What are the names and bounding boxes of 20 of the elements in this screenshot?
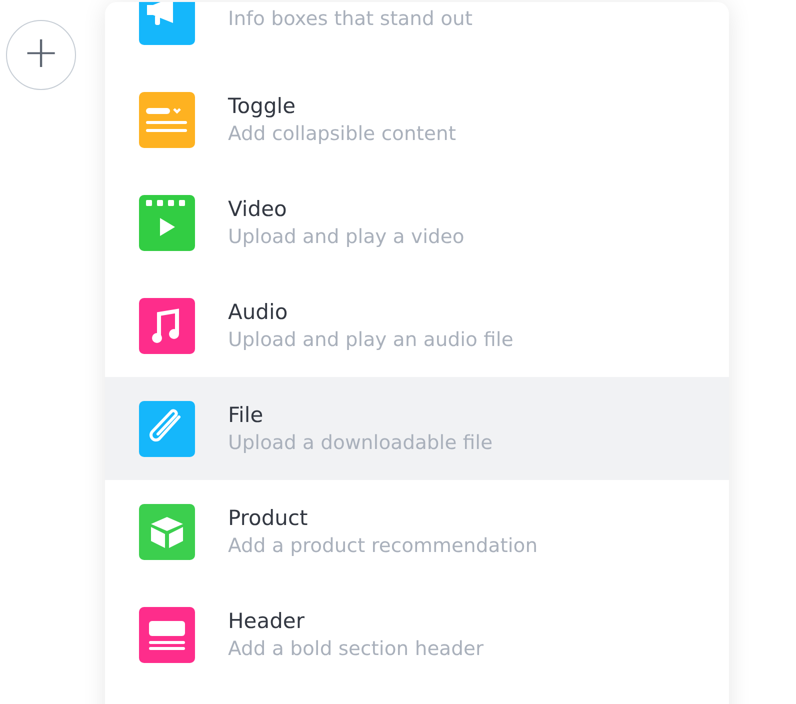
- item-description: Info boxes that stand out: [228, 7, 473, 30]
- menu-item[interactable]: Header Add a bold section header: [105, 583, 729, 686]
- menu-item[interactable]: Audio Upload and play an audio file: [105, 274, 729, 377]
- item-title: Video: [228, 197, 288, 221]
- item-title: Audio: [228, 300, 289, 324]
- item-description: Add collapsible content: [228, 122, 456, 145]
- menu-item[interactable]: Product Add a product recommendation: [105, 480, 729, 583]
- menu-item[interactable]: Video Upload and play a video: [105, 171, 729, 274]
- item-title: Header: [228, 609, 306, 633]
- item-title: File: [228, 403, 264, 427]
- item-description: Add a product recommendation: [228, 534, 538, 557]
- add-button[interactable]: +: [6, 20, 76, 90]
- item-title: Toggle: [228, 94, 297, 118]
- item-description: Upload a downloadable file: [228, 431, 493, 454]
- item-description: Upload and play an audio file: [228, 328, 514, 351]
- menu-item[interactable]: File Upload a downloadable file: [105, 377, 729, 480]
- item-title: Product: [228, 506, 309, 530]
- item-description: Add a bold section header: [228, 637, 484, 660]
- menu-item[interactable]: Toggle Add collapsible content: [105, 68, 729, 171]
- item-description: Upload and play a video: [228, 225, 464, 248]
